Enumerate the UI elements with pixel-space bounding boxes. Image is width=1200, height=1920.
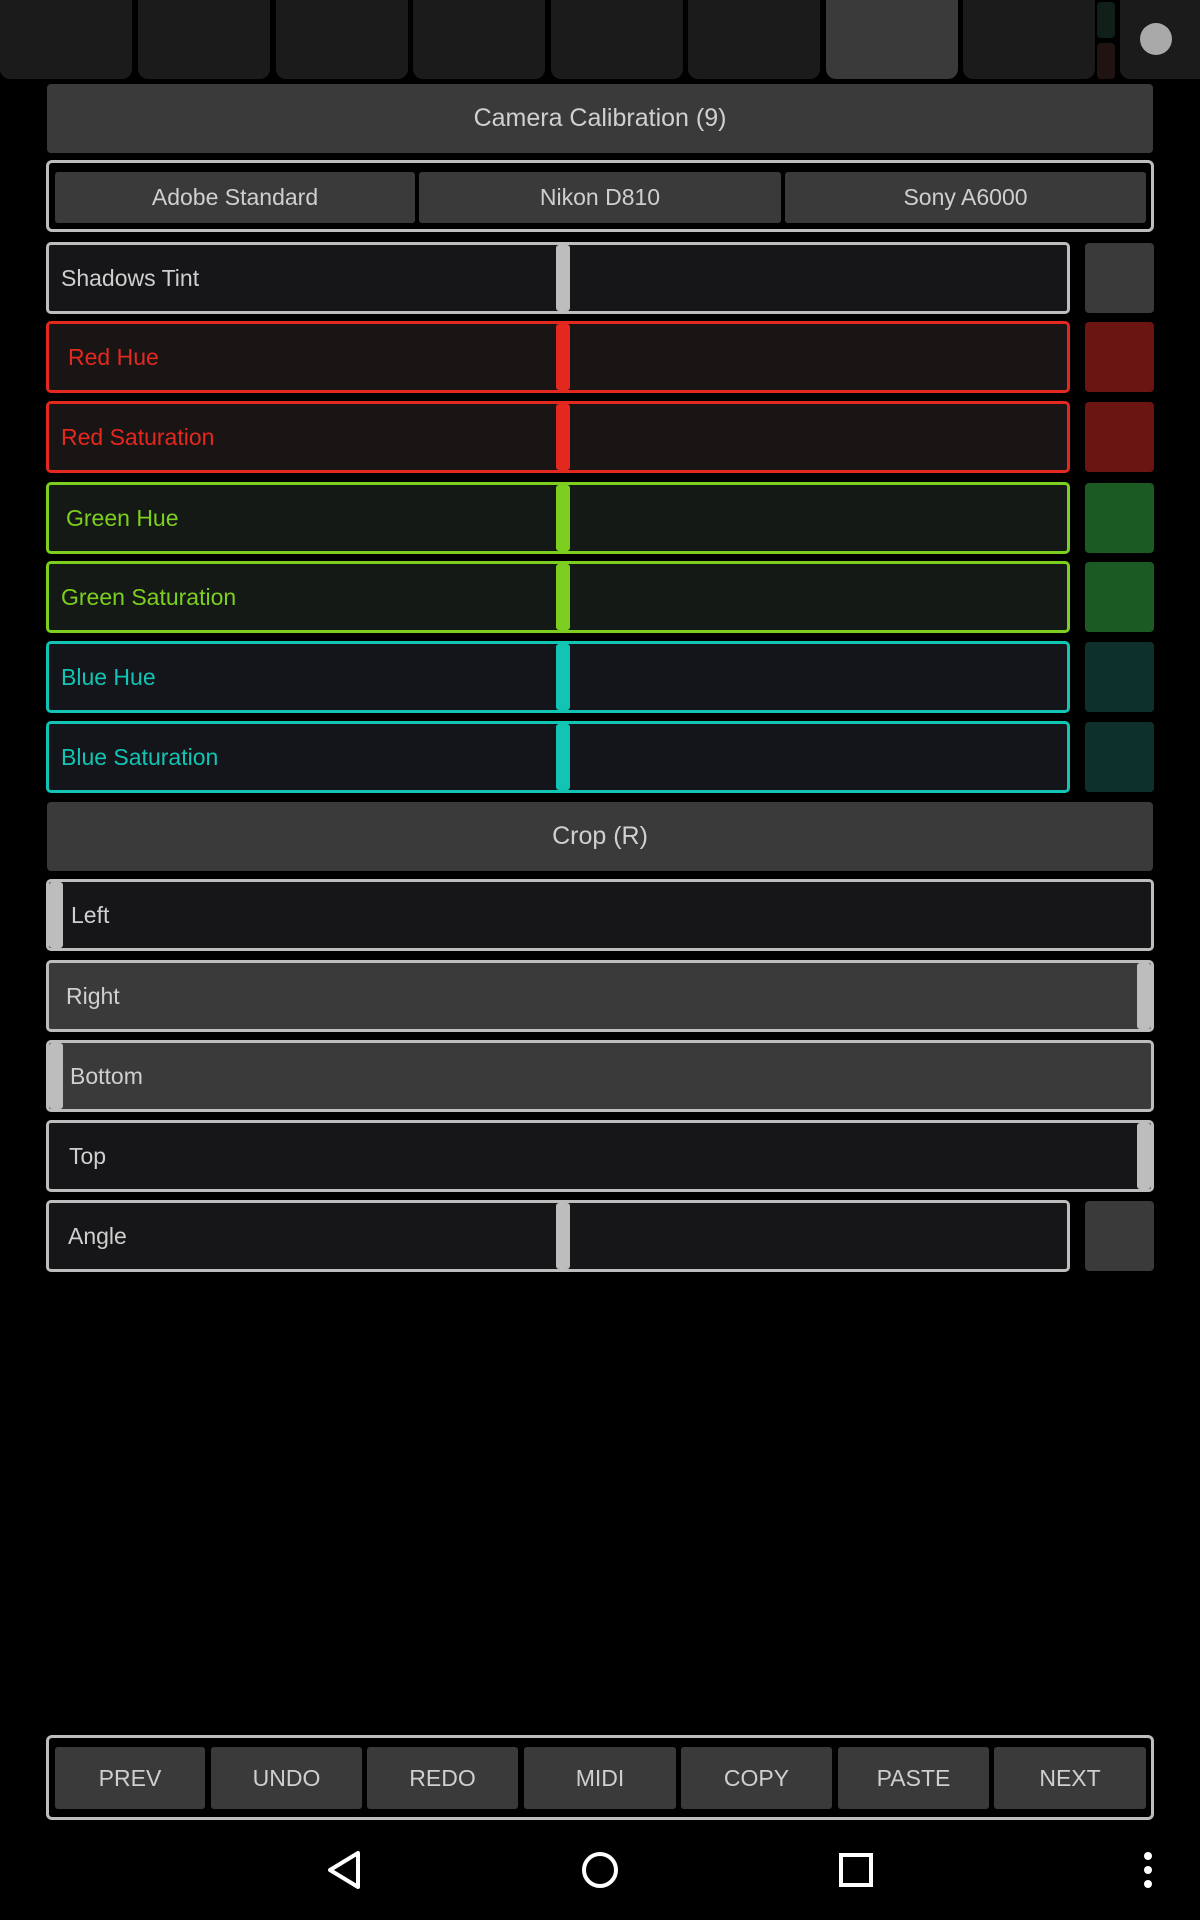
tab-7-active[interactable] [826,0,958,79]
crop-left-label: Left [71,901,110,928]
blue-saturation-handle[interactable] [556,724,570,790]
tab-6[interactable] [688,0,820,79]
crop-right-slider[interactable]: Right [46,960,1154,1032]
blue-hue-reset-button[interactable] [1085,642,1154,712]
shadows-tint-handle[interactable] [556,245,570,311]
green-hue-reset-button[interactable] [1085,483,1154,553]
paste-button[interactable]: PASTE [838,1747,989,1809]
crop-title: Crop (R) [552,822,648,850]
green-hue-slider[interactable]: Green Hue [46,482,1070,554]
crop-left-handle[interactable] [49,882,63,948]
crop-top-handle[interactable] [1137,1123,1151,1189]
preset-adobe-standard[interactable]: Adobe Standard [55,172,415,223]
status-indicator-bottom [1097,43,1115,79]
crop-right-label: Right [66,982,120,1009]
home-circle-icon [582,1852,618,1888]
shadows-tint-reset-button[interactable] [1085,243,1154,313]
green-saturation-reset-button[interactable] [1085,562,1154,632]
next-button[interactable]: NEXT [994,1747,1146,1809]
blue-hue-slider[interactable]: Blue Hue [46,641,1070,713]
crop-bottom-label: Bottom [70,1062,143,1089]
copy-button[interactable]: COPY [681,1747,832,1809]
midi-button[interactable]: MIDI [524,1747,676,1809]
preset-nikon-d810[interactable]: Nikon D810 [419,172,781,223]
red-hue-handle[interactable] [556,324,570,390]
crop-right-handle[interactable] [1137,963,1151,1029]
red-saturation-label: Red Saturation [61,423,215,450]
nav-recents-button[interactable] [826,1840,886,1900]
record-dot-icon[interactable] [1140,23,1172,55]
nav-home-button[interactable] [570,1840,630,1900]
prev-button[interactable]: PREV [55,1747,205,1809]
blue-saturation-reset-button[interactable] [1085,722,1154,792]
tab-1[interactable] [0,0,132,79]
green-hue-handle[interactable] [556,485,570,551]
crop-top-label: Top [69,1142,107,1169]
tab-3[interactable] [276,0,408,79]
tab-8[interactable] [963,0,1095,79]
green-hue-label: Green Hue [66,504,179,531]
red-hue-reset-button[interactable] [1085,322,1154,392]
shadows-tint-label: Shadows Tint [61,264,200,291]
tab-4[interactable] [413,0,545,79]
angle-label: Angle [68,1222,127,1249]
red-hue-slider[interactable]: Red Hue [46,321,1070,393]
angle-slider[interactable]: Angle [46,1200,1070,1272]
red-hue-label: Red Hue [68,343,159,370]
nav-back-button[interactable] [314,1840,374,1900]
red-saturation-slider[interactable]: Red Saturation [46,401,1070,473]
camera-calibration-header[interactable]: Camera Calibration (9) [47,84,1153,153]
redo-button[interactable]: REDO [367,1747,518,1809]
crop-left-slider[interactable]: Left [46,879,1154,951]
crop-bottom-slider[interactable]: Bottom [46,1040,1154,1112]
tab-2[interactable] [138,0,270,79]
back-triangle-icon [328,1851,360,1889]
green-saturation-label: Green Saturation [61,583,237,610]
tab-5[interactable] [551,0,683,79]
status-indicator-top [1097,2,1115,38]
more-vert-icon [1144,1852,1152,1888]
crop-bottom-handle[interactable] [49,1043,63,1109]
crop-top-slider[interactable]: Top [46,1120,1154,1192]
crop-header[interactable]: Crop (R) [47,802,1153,871]
recents-square-icon [839,1853,873,1887]
red-saturation-reset-button[interactable] [1085,402,1154,472]
preset-sony-a6000[interactable]: Sony A6000 [785,172,1146,223]
camera-profile-group: Adobe Standard Nikon D810 Sony A6000 [46,160,1154,232]
blue-saturation-label: Blue Saturation [61,743,219,770]
camera-calibration-title: Camera Calibration (9) [473,104,727,132]
angle-handle[interactable] [556,1203,570,1269]
green-saturation-slider[interactable]: Green Saturation [46,561,1070,633]
bottom-toolbar: PREV UNDO REDO MIDI COPY PASTE NEXT [46,1735,1154,1820]
overflow-menu-button[interactable] [1128,1840,1168,1900]
shadows-tint-slider[interactable]: Shadows Tint [46,242,1070,314]
green-saturation-handle[interactable] [556,564,570,630]
angle-reset-button[interactable] [1085,1201,1154,1271]
red-saturation-handle[interactable] [556,404,570,470]
blue-hue-label: Blue Hue [61,663,156,690]
undo-button[interactable]: UNDO [211,1747,362,1809]
blue-saturation-slider[interactable]: Blue Saturation [46,721,1070,793]
blue-hue-handle[interactable] [556,644,570,710]
